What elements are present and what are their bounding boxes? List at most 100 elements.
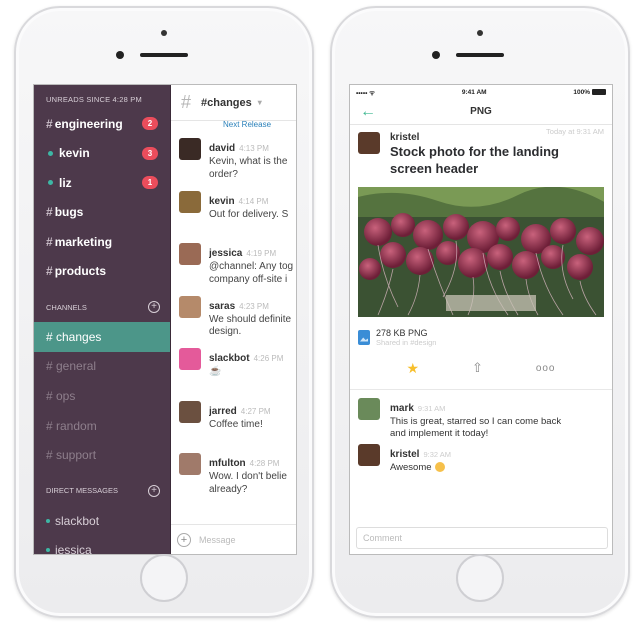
- message-header: kevin 4:14 PM: [209, 191, 296, 209]
- comment-text-value: Awesome: [390, 462, 432, 473]
- channels-list: # changes # general # ops # random # support: [34, 322, 170, 470]
- message-body: saras 4:23 PM We should definite design.: [209, 296, 296, 341]
- message-text: Wow. I don't belie: [209, 471, 287, 482]
- message-text: ☕: [209, 366, 222, 377]
- presence-dot-icon: [48, 150, 53, 156]
- message-time: 4:23 PM: [239, 301, 269, 311]
- hash-icon: #: [46, 264, 53, 279]
- sidebar-item-bugs[interactable]: # bugs: [34, 198, 170, 228]
- beet-photo[interactable]: [358, 187, 604, 317]
- comment-author[interactable]: kristel: [390, 449, 419, 460]
- presence-dot-icon: [46, 548, 50, 553]
- comment-text: Awesome: [390, 462, 451, 474]
- message-text: order?: [209, 168, 238, 180]
- share-icon[interactable]: ⇧: [472, 360, 483, 376]
- star-icon[interactable]: ★: [406, 360, 419, 377]
- unread-count-badge: 3: [142, 146, 158, 160]
- plus-icon[interactable]: +: [177, 532, 191, 547]
- message-text: We should definite: [209, 313, 292, 325]
- sidebar-channel[interactable]: # random: [34, 411, 170, 441]
- sidebar: UNREADS SINCE 4:28 PM # engineering 2 kevin…: [34, 85, 170, 554]
- sidebar-dm[interactable]: jessica: [34, 536, 170, 555]
- comment-text: and implement it today!: [390, 428, 561, 440]
- message-text: Out for delivery. S: [209, 208, 289, 220]
- add-channel-icon[interactable]: +: [148, 301, 160, 313]
- hash-icon: #: [46, 116, 53, 131]
- sensor-dot: [432, 51, 440, 59]
- avatar[interactable]: [179, 400, 201, 423]
- message-text: already?: [209, 483, 248, 495]
- message-time: 4:13 PM: [239, 144, 269, 153]
- right-phone: ••••• ᯤ 9:41 AM 100% ← PNG kristel Stock…: [330, 6, 630, 618]
- message-author[interactable]: saras: [209, 301, 235, 312]
- message-author[interactable]: jessica: [209, 248, 242, 259]
- comment-text-value: and implement it today!: [390, 428, 489, 439]
- dm-label: slackbot: [55, 513, 100, 528]
- message-author[interactable]: kevin: [209, 196, 235, 207]
- speaker: [140, 53, 188, 57]
- sidebar-item-marketing[interactable]: # marketing: [34, 227, 170, 257]
- unread-count-badge: 1: [142, 176, 158, 189]
- message-author[interactable]: mfulton: [209, 458, 246, 469]
- sidebar-channel[interactable]: # changes: [34, 322, 170, 352]
- post-author[interactable]: kristel: [390, 132, 559, 143]
- home-button[interactable]: [140, 554, 188, 602]
- message-author[interactable]: jarred: [209, 406, 237, 417]
- message-header: jessica 4:19 PM: [209, 243, 296, 261]
- avatar[interactable]: [358, 398, 380, 420]
- battery-percent: 100%: [573, 88, 590, 96]
- message-input[interactable]: + Message: [171, 524, 296, 554]
- avatar[interactable]: [179, 295, 201, 318]
- next-release-link[interactable]: Next Release: [171, 120, 296, 130]
- sidebar-item-kevin[interactable]: kevin 3: [34, 139, 170, 169]
- message-time: 4:27 PM: [240, 406, 271, 416]
- file-size: 278 KB PNG: [376, 327, 428, 338]
- message-author[interactable]: slackbot: [209, 353, 250, 364]
- hash-icon: #: [46, 234, 53, 249]
- message-body: david 4:13 PM Kevin, what is the order?: [209, 138, 296, 183]
- chevron-down-icon[interactable]: ▾: [258, 98, 262, 107]
- avatar[interactable]: [179, 348, 201, 370]
- comment-body: mark 9:31 AM This is great, starred so I c…: [390, 398, 561, 439]
- nav-title: PNG: [470, 106, 492, 117]
- message-author[interactable]: david: [209, 143, 235, 154]
- sidebar-channel[interactable]: # ops: [34, 381, 170, 411]
- sidebar-item-label: marketing: [54, 234, 113, 249]
- message: mfulton 4:28 PM Wow. I don't belie already?: [171, 445, 296, 498]
- sidebar-item-products[interactable]: # products: [34, 257, 170, 287]
- comment-text-value: This is great, starred so I can come bac…: [390, 416, 562, 427]
- avatar[interactable]: [358, 444, 380, 466]
- file-shared-in[interactable]: Shared in #design: [376, 338, 436, 347]
- sidebar-item-engineering[interactable]: # engineering 2: [34, 109, 170, 139]
- avatar[interactable]: [179, 190, 201, 213]
- slack-channel-screen: UNREADS SINCE 4:28 PM # engineering 2 kevin…: [33, 84, 297, 555]
- channel-header[interactable]: # #changes ▾: [171, 85, 296, 121]
- beet-photo-image: [358, 187, 604, 317]
- chat-panel: # #changes ▾ Next Release david 4:13 PM Ke…: [170, 85, 296, 554]
- avatar[interactable]: [179, 453, 201, 475]
- sidebar-channel[interactable]: # general: [34, 352, 170, 382]
- sidebar-dm[interactable]: slackbot: [34, 506, 170, 536]
- unreads-header: UNREADS SINCE 4:28 PM: [46, 95, 142, 104]
- post-time: Today at 9:31 AM: [546, 127, 604, 136]
- sidebar-item-liz[interactable]: liz 1: [34, 168, 170, 198]
- home-button[interactable]: [456, 554, 504, 602]
- status-bar: ••••• ᯤ 9:41 AM 100%: [350, 85, 612, 99]
- back-arrow-icon[interactable]: ←: [360, 103, 376, 121]
- comment-text: This is great, starred so I can come bac…: [390, 416, 561, 428]
- channel-title: #changes: [201, 96, 252, 109]
- unread-count-badge: 2: [142, 117, 158, 130]
- channels-header: CHANNELS: [46, 302, 87, 312]
- message-body: slackbot 4:26 PM ☕: [209, 348, 296, 393]
- add-dm-icon[interactable]: +: [148, 484, 160, 497]
- more-icon[interactable]: ooo: [536, 363, 556, 374]
- sidebar-channel[interactable]: # support: [34, 440, 170, 470]
- dm-label: jessica: [55, 543, 92, 555]
- comment-input[interactable]: Comment: [356, 527, 608, 549]
- avatar[interactable]: [358, 132, 380, 154]
- comment-author[interactable]: mark: [390, 403, 414, 414]
- message-header: saras 4:23 PM: [209, 296, 296, 314]
- avatar[interactable]: [179, 243, 201, 265]
- avatar[interactable]: [179, 138, 201, 160]
- message-text: design.: [209, 326, 242, 337]
